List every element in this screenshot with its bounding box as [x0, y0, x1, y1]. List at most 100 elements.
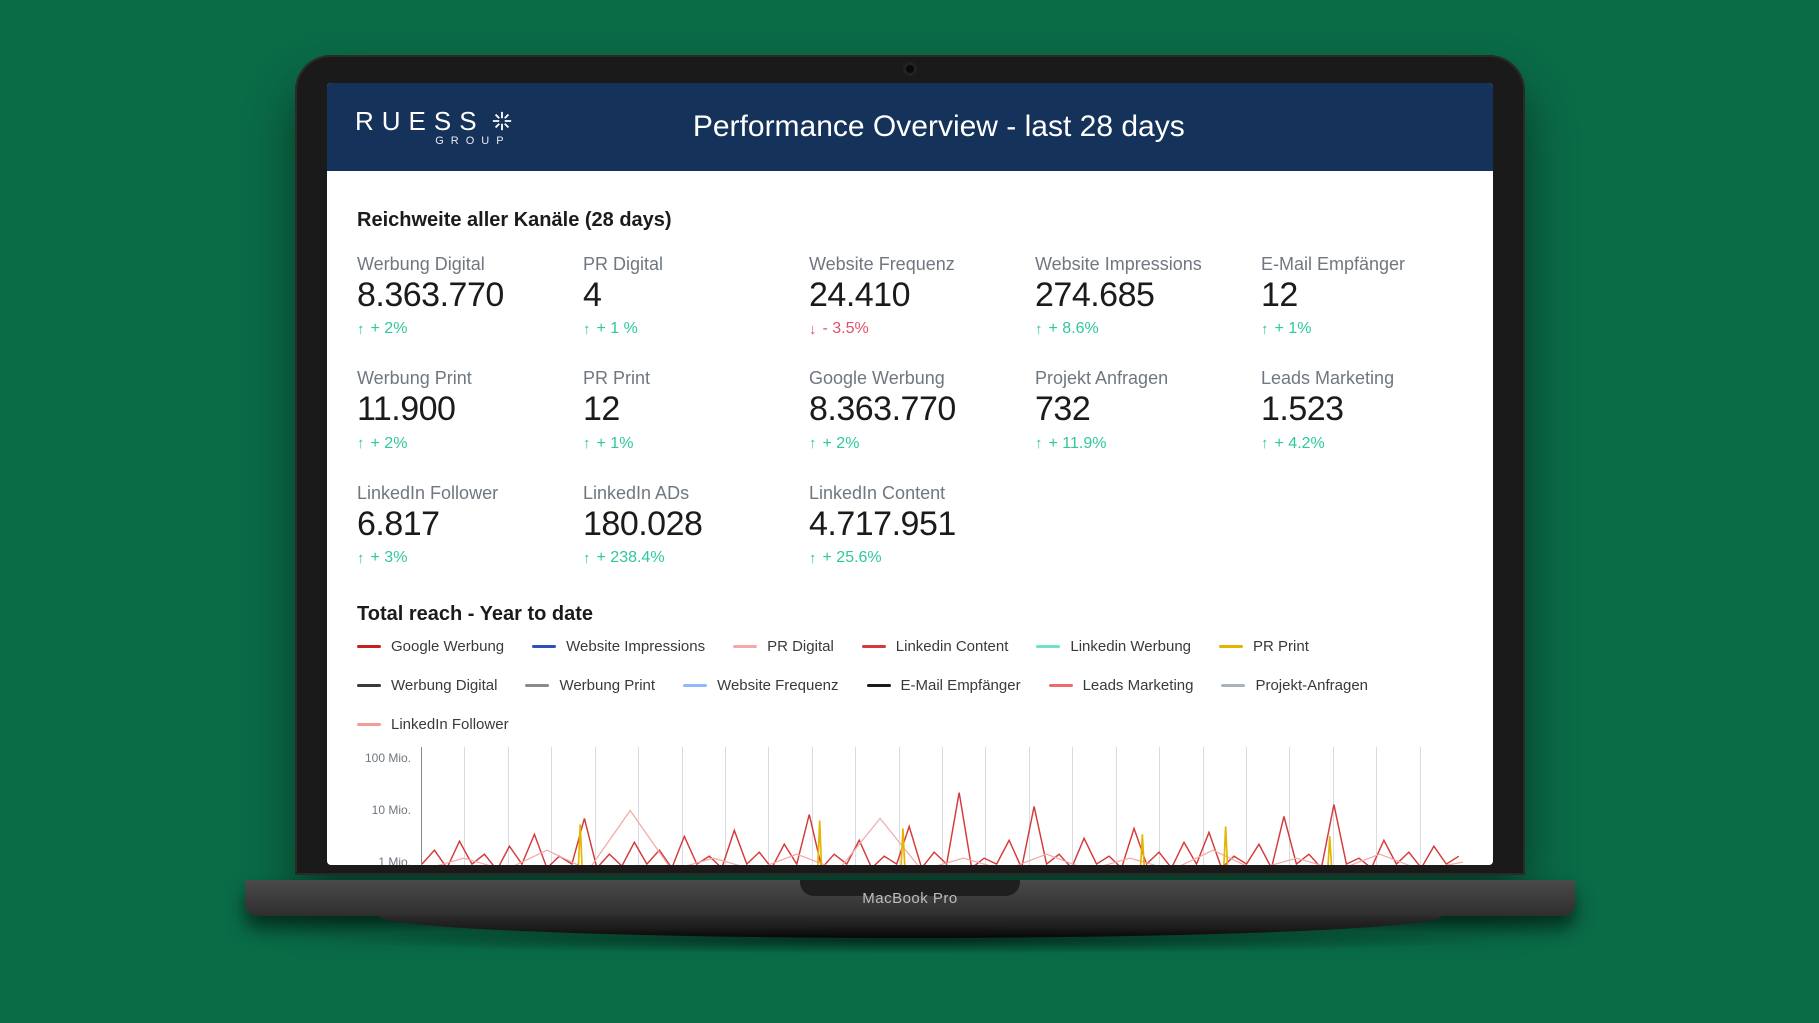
kpi-value: 4: [583, 277, 785, 314]
kpi-card: Leads Marketing1.523 ↑+ 4.2%: [1261, 368, 1463, 452]
legend-item[interactable]: Werbung Print: [525, 677, 655, 694]
kpi-delta: ↑ + 1%: [1261, 320, 1463, 338]
chart: 100 Mio. 10 Mio. 1 Mio.: [357, 747, 1463, 865]
arrow-up-icon: ↑: [357, 551, 365, 566]
logo-subtext: GROUP: [435, 136, 510, 147]
legend-label: LinkedIn Follower: [391, 716, 509, 733]
kpi-card: PR Print12↑+ 1%: [583, 368, 785, 452]
legend-swatch-icon: [357, 645, 381, 648]
legend-item[interactable]: Projekt-Anfragen: [1221, 677, 1368, 694]
arrow-up-icon: ↑: [1035, 322, 1043, 337]
y-tick: 1 Mio.: [378, 855, 411, 865]
legend-swatch-icon: [862, 645, 886, 648]
kpi-card: Website Frequenz24.410↓- 3.5%: [809, 254, 1011, 338]
legend-label: Linkedin Content: [896, 638, 1009, 655]
legend-label: Google Werbung: [391, 638, 504, 655]
kpi-label: LinkedIn Content: [809, 483, 1011, 504]
legend-swatch-icon: [357, 684, 381, 687]
legend-label: Website Frequenz: [717, 677, 838, 694]
legend-swatch-icon: [683, 684, 707, 687]
kpi-delta-text: + 238.4%: [597, 549, 665, 567]
kpi-card: PR Digital4 ↑ + 1 %: [583, 254, 785, 338]
y-tick: 100 Mio.: [365, 751, 411, 765]
kpi-card: E-Mail Empfänger12↑+ 1%: [1261, 254, 1463, 338]
legend-item[interactable]: LinkedIn Follower: [357, 716, 509, 733]
device-label: MacBook Pro: [862, 890, 958, 907]
kpi-delta: ↑ + 3%: [357, 549, 559, 567]
kpi-value: 4.717.951: [809, 506, 1011, 543]
kpi-delta: ↑ + 2%: [809, 435, 1011, 453]
legend-item[interactable]: PR Digital: [733, 638, 834, 655]
kpi-delta-text: + 3%: [371, 549, 408, 567]
legend-item[interactable]: Google Werbung: [357, 638, 504, 655]
kpi-card: Projekt Anfragen732↑+ 11.9%: [1035, 368, 1237, 452]
kpi-label: Website Impressions: [1035, 254, 1237, 275]
kpi-label: Leads Marketing: [1261, 368, 1463, 389]
kpi-delta-text: + 2%: [823, 435, 860, 453]
kpi-delta-text: + 1 %: [597, 320, 638, 338]
kpi-card: Werbung Digital8.363.770↑+ 2%: [357, 254, 559, 338]
arrow-up-icon: ↑: [1035, 436, 1043, 451]
kpi-section-title: Reichweite aller Kanäle (28 days): [357, 209, 1463, 232]
legend-label: E-Mail Empfänger: [901, 677, 1021, 694]
legend-label: Website Impressions: [566, 638, 705, 655]
kpi-card: LinkedIn Content4.717.951 ↑+ 25.6%: [809, 483, 1011, 567]
kpi-value: 8.363.770: [809, 391, 1011, 428]
chart-legend: Google Werbung Website Impressions PR Digi…: [357, 638, 1463, 733]
legend-item[interactable]: Werbung Digital: [357, 677, 497, 694]
legend-swatch-icon: [1049, 684, 1073, 687]
kpi-value: 1.523: [1261, 391, 1463, 428]
legend-item[interactable]: PR Print: [1219, 638, 1309, 655]
legend-label: PR Digital: [767, 638, 834, 655]
legend-swatch-icon: [525, 684, 549, 687]
legend-label: Linkedin Werbung: [1070, 638, 1191, 655]
legend-item[interactable]: E-Mail Empfänger: [867, 677, 1021, 694]
legend-label: Projekt-Anfragen: [1255, 677, 1368, 694]
kpi-delta-text: - 3.5%: [823, 320, 869, 338]
kpi-delta: ↑+ 25.6%: [809, 549, 1011, 567]
kpi-delta-text: + 2%: [371, 435, 408, 453]
kpi-delta-text: + 4.2%: [1275, 435, 1325, 453]
screen: RUESS GROUP Performance Overview - las: [327, 83, 1493, 865]
legend-label: Leads Marketing: [1083, 677, 1194, 694]
kpi-delta: ↑+ 2%: [357, 320, 559, 338]
arrow-up-icon: ↑: [809, 436, 817, 451]
kpi-delta: ↑+ 2%: [357, 435, 559, 453]
arrow-up-icon: ↑: [583, 322, 591, 337]
kpi-label: PR Print: [583, 368, 785, 389]
kpi-value: 180.028: [583, 506, 785, 543]
arrow-up-icon: ↑: [583, 551, 591, 566]
kpi-value: 12: [583, 391, 785, 428]
legend-item[interactable]: Website Impressions: [532, 638, 705, 655]
kpi-label: Werbung Digital: [357, 254, 559, 275]
kpi-value: 274.685: [1035, 277, 1237, 314]
legend-label: Werbung Digital: [391, 677, 497, 694]
laptop-lid: RUESS GROUP Performance Overview - las: [295, 55, 1525, 875]
kpi-delta-text: + 1%: [1275, 320, 1312, 338]
legend-swatch-icon: [1036, 645, 1060, 648]
kpi-delta: ↑+ 4.2%: [1261, 435, 1463, 453]
kpi-delta: ↑ + 238.4%: [583, 549, 785, 567]
kpi-value: 12: [1261, 277, 1463, 314]
kpi-delta: ↑+ 11.9%: [1035, 435, 1237, 453]
kpi-label: PR Digital: [583, 254, 785, 275]
kpi-label: LinkedIn ADs: [583, 483, 785, 504]
kpi-delta-text: + 1%: [597, 435, 634, 453]
legend-item[interactable]: Linkedin Werbung: [1036, 638, 1191, 655]
legend-item[interactable]: Linkedin Content: [862, 638, 1009, 655]
legend-item[interactable]: Leads Marketing: [1049, 677, 1194, 694]
legend-swatch-icon: [867, 684, 891, 687]
chart-plot-area: [421, 747, 1463, 865]
kpi-delta: ↑ + 8.6%: [1035, 320, 1237, 338]
kpi-delta-text: + 8.6%: [1049, 320, 1099, 338]
arrow-up-icon: ↑: [1261, 322, 1269, 337]
kpi-value: 11.900: [357, 391, 559, 428]
page-title: Performance Overview - last 28 days: [413, 110, 1465, 144]
legend-item[interactable]: Website Frequenz: [683, 677, 838, 694]
kpi-label: LinkedIn Follower: [357, 483, 559, 504]
chart-lines: [422, 747, 1463, 865]
legend-swatch-icon: [1221, 684, 1245, 687]
y-tick: 10 Mio.: [372, 803, 411, 817]
kpi-label: Website Frequenz: [809, 254, 1011, 275]
kpi-label: Google Werbung: [809, 368, 1011, 389]
